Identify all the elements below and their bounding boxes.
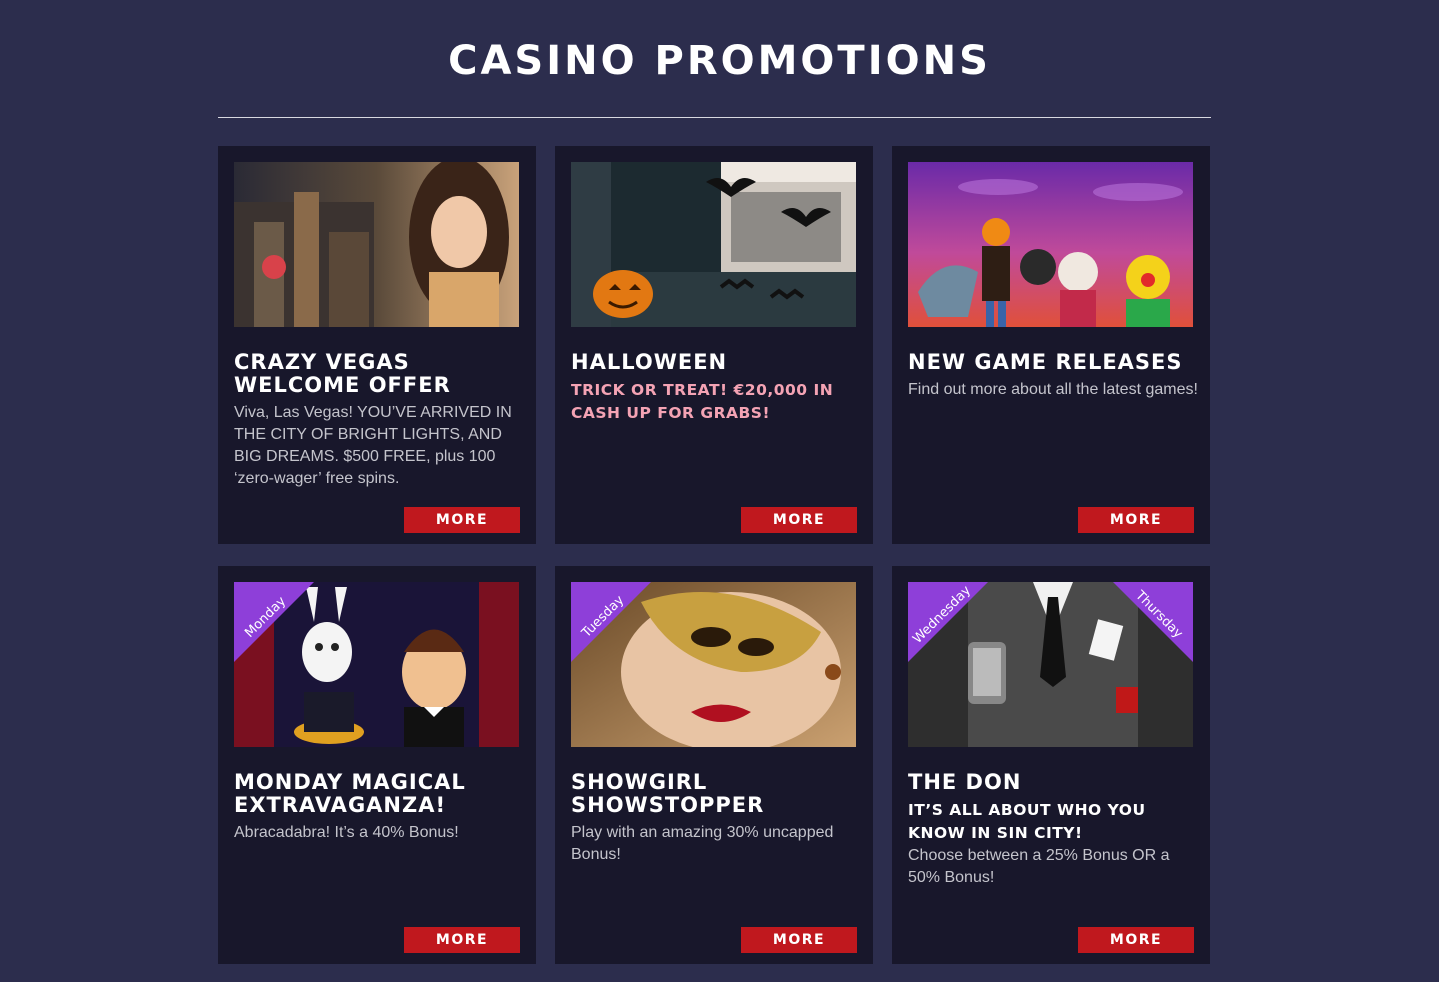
promo-image-halloween[interactable] bbox=[571, 162, 856, 327]
more-button[interactable]: MORE bbox=[404, 507, 520, 533]
promo-title: NEW GAME RELEASES bbox=[908, 350, 1183, 374]
promo-image-showgirl[interactable]: Tuesday bbox=[571, 582, 856, 747]
promo-card-halloween: HALLOWEEN TRICK OR TREAT! €20,000 IN CAS… bbox=[555, 146, 873, 544]
more-button[interactable]: MORE bbox=[741, 507, 857, 533]
promotions-grid: CRAZY VEGAS WELCOME OFFER Viva, Las Vega… bbox=[218, 146, 1211, 964]
page-title: CASINO PROMOTIONS bbox=[448, 38, 991, 84]
promo-card-monday: Monday MONDAY MAGICAL EXTRAVAGANZA! Abra… bbox=[218, 566, 536, 964]
more-button[interactable]: MORE bbox=[741, 927, 857, 953]
promo-card-crazy-vegas: CRAZY VEGAS WELCOME OFFER Viva, Las Vega… bbox=[218, 146, 536, 544]
promo-title: CRAZY VEGAS WELCOME OFFER bbox=[234, 350, 451, 397]
promo-card-new-games: NEW GAME RELEASES Find out more about al… bbox=[892, 146, 1210, 544]
promo-subtitle: TRICK OR TREAT! €20,000 IN CASH UP FOR G… bbox=[571, 381, 834, 422]
promo-card-the-don: Wednesday Thursday THE DON IT’S ALL ABOU… bbox=[892, 566, 1210, 964]
promo-body: Play with an amazing 30% uncapped Bonus! bbox=[571, 822, 861, 866]
promo-title: MONDAY MAGICAL EXTRAVAGANZA! bbox=[234, 770, 466, 817]
promo-image-magician[interactable]: Monday bbox=[234, 582, 519, 747]
promo-image-vegas[interactable] bbox=[234, 162, 519, 327]
promo-body: IT’S ALL ABOUT WHO YOU KNOW IN SIN CITY!… bbox=[908, 799, 1198, 889]
promo-description: Abracadabra! It’s a 40% Bonus! bbox=[234, 824, 459, 841]
promo-image-new-games[interactable] bbox=[908, 162, 1193, 327]
promo-description: Choose between a 25% Bonus OR a 50% Bonu… bbox=[908, 847, 1170, 886]
promo-description: Viva, Las Vegas! YOU’VE ARRIVED IN THE C… bbox=[234, 404, 512, 487]
promo-description: Find out more about all the latest games… bbox=[908, 381, 1198, 398]
promo-title: HALLOWEEN bbox=[571, 350, 728, 374]
promo-body: Abracadabra! It’s a 40% Bonus! bbox=[234, 822, 524, 844]
promo-body: Find out more about all the latest games… bbox=[908, 379, 1198, 401]
promo-title: SHOWGIRL SHOWSTOPPER bbox=[571, 770, 765, 817]
title-divider bbox=[218, 117, 1211, 118]
promo-title: THE DON bbox=[908, 770, 1022, 794]
promo-description: Play with an amazing 30% uncapped Bonus! bbox=[571, 824, 834, 863]
promo-body: TRICK OR TREAT! €20,000 IN CASH UP FOR G… bbox=[571, 379, 861, 425]
promo-body: Viva, Las Vegas! YOU’VE ARRIVED IN THE C… bbox=[234, 402, 524, 490]
more-button[interactable]: MORE bbox=[1078, 927, 1194, 953]
promo-subtitle: IT’S ALL ABOUT WHO YOU KNOW IN SIN CITY! bbox=[908, 801, 1146, 842]
promo-card-showgirl: Tuesday SHOWGIRL SHOWSTOPPER Play with a… bbox=[555, 566, 873, 964]
more-button[interactable]: MORE bbox=[1078, 507, 1194, 533]
more-button[interactable]: MORE bbox=[404, 927, 520, 953]
promo-image-the-don[interactable]: Wednesday Thursday bbox=[908, 582, 1193, 747]
